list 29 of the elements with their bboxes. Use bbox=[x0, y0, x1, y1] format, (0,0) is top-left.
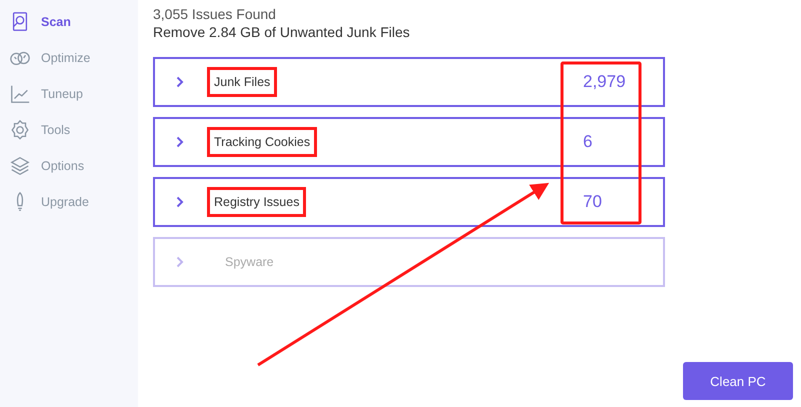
layers-icon bbox=[10, 157, 30, 175]
row-label: Tracking Cookies bbox=[207, 127, 318, 157]
sidebar-item[interactable]: Upgrade bbox=[0, 184, 138, 220]
row-label: Junk Files bbox=[207, 67, 278, 97]
chevron-icon bbox=[176, 256, 184, 268]
issue-count: 70 bbox=[583, 192, 602, 212]
row-label: Registry Issues bbox=[207, 187, 306, 217]
magnifier-document-icon bbox=[12, 12, 28, 31]
gauge-icon bbox=[10, 52, 30, 66]
result-row[interactable]: Tracking Cookies 6 bbox=[153, 117, 665, 167]
junk-size-text: Remove 2.84 GB of Unwanted Junk Files bbox=[153, 23, 411, 41]
result-row[interactable]: Junk Files 2,979 bbox=[153, 57, 665, 107]
sidebar-item[interactable]: Tuneup bbox=[0, 76, 138, 112]
result-row[interactable]: Registry Issues 70 bbox=[153, 177, 665, 227]
issue-count: 6 bbox=[583, 132, 592, 152]
clean-pc-button[interactable]: Clean PC bbox=[683, 362, 793, 400]
gear-icon bbox=[11, 120, 29, 140]
chevron-icon bbox=[176, 136, 184, 148]
sidebar-item[interactable]: Tools bbox=[0, 112, 138, 148]
rocket-icon bbox=[16, 192, 24, 211]
sidebar-item[interactable]: Options bbox=[0, 148, 138, 184]
chevron-icon bbox=[176, 196, 184, 208]
sidebar-item[interactable]: Optimize bbox=[0, 40, 138, 76]
chevron-icon bbox=[176, 76, 184, 88]
chart-icon bbox=[11, 86, 30, 103]
issues-count: 3,055 Issues Found bbox=[153, 5, 277, 23]
row-label: Spyware bbox=[224, 254, 275, 271]
sidebar-item[interactable]: Scan bbox=[0, 4, 138, 40]
issue-count: 2,979 bbox=[583, 72, 626, 92]
